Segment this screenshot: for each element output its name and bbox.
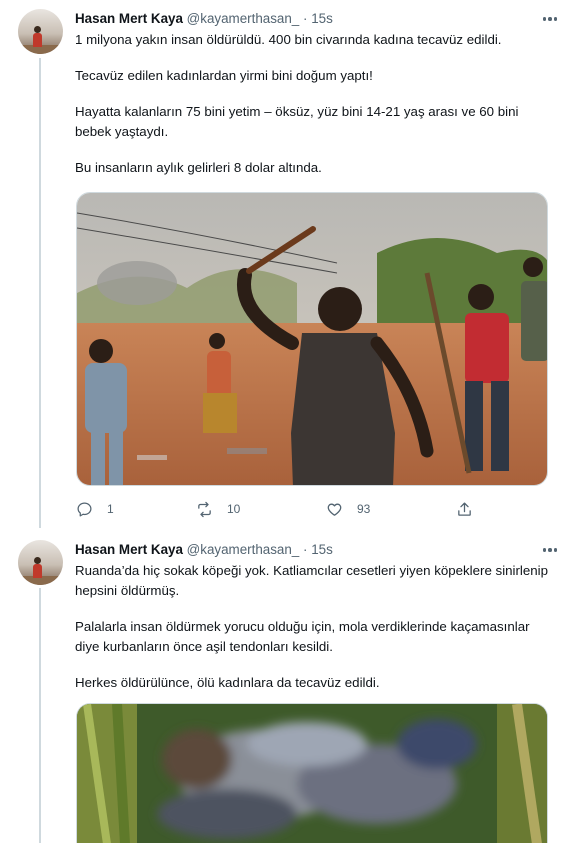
tweet-photo[interactable]	[76, 192, 548, 486]
tweet-timestamp[interactable]: 15s	[311, 11, 333, 26]
share-icon	[458, 501, 471, 516]
author-name[interactable]: Hasan Mert Kaya	[75, 542, 183, 557]
tweet-1[interactable]: Hasan Mert Kaya @kayamerthasan_ · 15s 1 …	[0, 0, 581, 530]
tweet-timestamp[interactable]: 15s	[311, 542, 333, 557]
tweet-paragraph: Ruanda’da hiç sokak köpeği yok. Katliamc…	[75, 563, 549, 598]
avatar[interactable]	[18, 540, 63, 585]
tweet-2[interactable]: Hasan Mert Kaya @kayamerthasan_ · 15s Ru…	[0, 530, 581, 843]
retweet-count: 10	[227, 502, 241, 516]
tweet-actions: 1 10 93	[76, 498, 476, 520]
tweet-paragraph: Hayatta kalanların 75 bini yetim – öksüz…	[75, 104, 519, 139]
separator-dot: ·	[302, 542, 308, 557]
tweet-text: Ruanda’da hiç sokak köpeği yok. Katliamc…	[75, 561, 555, 709]
tweet-paragraph: 1 milyona yakın insan öldürüldü. 400 bin…	[75, 32, 502, 47]
author-handle[interactable]: @kayamerthasan_	[187, 542, 300, 557]
share-button[interactable]	[456, 498, 473, 520]
tweet-photo-blurred[interactable]	[76, 703, 548, 843]
separator-dot: ·	[302, 11, 308, 26]
photo-scene	[77, 193, 547, 485]
tweet-text: 1 milyona yakın insan öldürüldü. 400 bin…	[75, 30, 555, 194]
tweet-header: Hasan Mert Kaya @kayamerthasan_ · 15s	[75, 11, 333, 26]
author-handle[interactable]: @kayamerthasan_	[187, 11, 300, 26]
retweet-icon	[198, 501, 211, 517]
reply-button[interactable]: 1	[76, 498, 114, 520]
reply-icon	[77, 501, 92, 517]
tweet-paragraph: Tecavüz edilen kadınlardan yirmi bini do…	[75, 68, 373, 83]
heart-icon	[327, 503, 342, 516]
photo-scene	[77, 704, 547, 843]
tweet-header: Hasan Mert Kaya @kayamerthasan_ · 15s	[75, 542, 333, 557]
tweet-paragraph: Bu insanların aylık gelirleri 8 dolar al…	[75, 160, 322, 175]
reply-count: 1	[107, 502, 114, 516]
retweet-button[interactable]: 10	[196, 498, 240, 520]
author-name[interactable]: Hasan Mert Kaya	[75, 11, 183, 26]
avatar[interactable]	[18, 9, 63, 54]
more-horizontal-icon[interactable]	[541, 10, 559, 28]
tweet-paragraph: Herkes öldürülünce, ölü kadınlara da tec…	[75, 675, 380, 690]
more-horizontal-icon[interactable]	[541, 541, 559, 559]
like-count: 93	[357, 502, 371, 516]
like-button[interactable]: 93	[326, 498, 370, 520]
tweet-paragraph: Palalarla insan öldürmek yorucu olduğu i…	[75, 619, 530, 654]
